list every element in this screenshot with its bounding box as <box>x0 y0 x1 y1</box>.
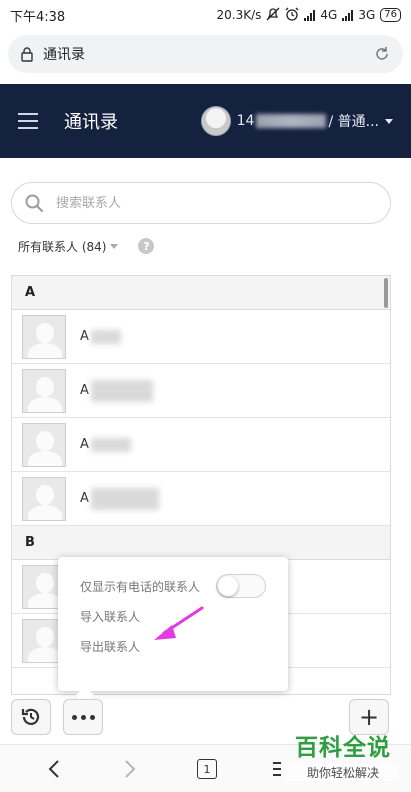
contact-name: A <box>80 329 121 344</box>
forward-button[interactable] <box>118 757 142 781</box>
status-indicators: 20.3K/s 4G 3G 76 <box>216 7 401 24</box>
more-button[interactable] <box>63 699 103 735</box>
plus-icon: + <box>358 703 380 731</box>
network-type-2: 3G <box>358 8 376 22</box>
mute-icon <box>266 7 280 24</box>
filter-label: 所有联系人 (84) <box>18 239 107 254</box>
battery-indicator: 76 <box>380 8 401 22</box>
app-header: 通讯录 14 / 普通... <box>0 84 411 158</box>
network-speed: 20.3K/s <box>216 8 262 22</box>
tab-count: 1 <box>197 759 217 779</box>
add-contact-button[interactable]: + <box>349 699 389 735</box>
signal-icon <box>304 9 316 21</box>
contact-name: A <box>80 487 159 510</box>
contact-name: A <box>80 437 131 452</box>
search-box <box>11 182 391 224</box>
group-header-a: A <box>12 276 390 310</box>
group-header-b: B <box>12 526 390 560</box>
watermark-main: 百科全说 <box>295 735 391 761</box>
tabs-button[interactable]: 1 <box>195 757 219 781</box>
history-icon <box>21 708 40 725</box>
redacted-block <box>256 114 327 128</box>
network-type-1: 4G <box>320 8 338 22</box>
help-icon[interactable]: ? <box>138 238 155 254</box>
address-text: 通讯录 <box>43 47 85 63</box>
contact-row[interactable]: A <box>12 472 390 526</box>
user-avatar <box>200 106 231 136</box>
contact-row[interactable]: A <box>12 364 390 418</box>
search-icon <box>25 194 44 213</box>
status-bar: 下午4:38 20.3K/s 4G 3G 76 <box>0 0 411 30</box>
annotation-arrow-icon <box>154 606 204 640</box>
reload-icon[interactable] <box>373 45 391 63</box>
more-dots-icon <box>71 714 95 720</box>
toggle-label: 仅显示有电话的联系人 <box>80 579 201 594</box>
user-role: / 普通... <box>328 114 379 130</box>
contact-row[interactable]: A <box>12 310 390 364</box>
avatar-icon <box>22 368 66 413</box>
status-time: 下午4:38 <box>10 9 66 25</box>
scrollbar[interactable] <box>384 278 388 308</box>
avatar-icon <box>22 476 66 521</box>
hamburger-menu-icon[interactable] <box>18 113 38 129</box>
watermark-sub: 助你轻松解决 <box>287 764 399 781</box>
alarm-icon <box>285 7 299 24</box>
phone-only-toggle[interactable] <box>216 574 266 598</box>
chevron-right-icon <box>125 760 136 778</box>
page-title: 通讯录 <box>64 112 118 133</box>
signal-icon-2 <box>342 9 354 21</box>
user-id-prefix: 14 <box>236 113 255 129</box>
lock-icon <box>21 47 33 62</box>
avatar-icon <box>22 422 66 467</box>
watermark-logo: 百科全说 助你轻松解决 <box>287 734 399 781</box>
chevron-down-icon <box>110 243 119 249</box>
contact-row[interactable]: A <box>12 418 390 472</box>
chevron-down-icon <box>385 118 393 124</box>
history-button[interactable] <box>11 699 51 735</box>
browser-toolbar: 通讯录 <box>0 30 411 84</box>
user-menu[interactable]: 14 / 普通... <box>200 106 393 136</box>
address-bar[interactable]: 通讯录 <box>8 35 403 73</box>
avatar-icon <box>22 314 66 359</box>
contact-name: A <box>80 379 153 402</box>
contact-filter[interactable]: 所有联系人 (84) ? <box>18 236 155 256</box>
phone-only-toggle-row[interactable]: 仅显示有电话的联系人 <box>80 571 266 601</box>
search-input[interactable] <box>56 195 356 211</box>
back-button[interactable] <box>42 757 66 781</box>
chevron-left-icon <box>48 760 59 778</box>
